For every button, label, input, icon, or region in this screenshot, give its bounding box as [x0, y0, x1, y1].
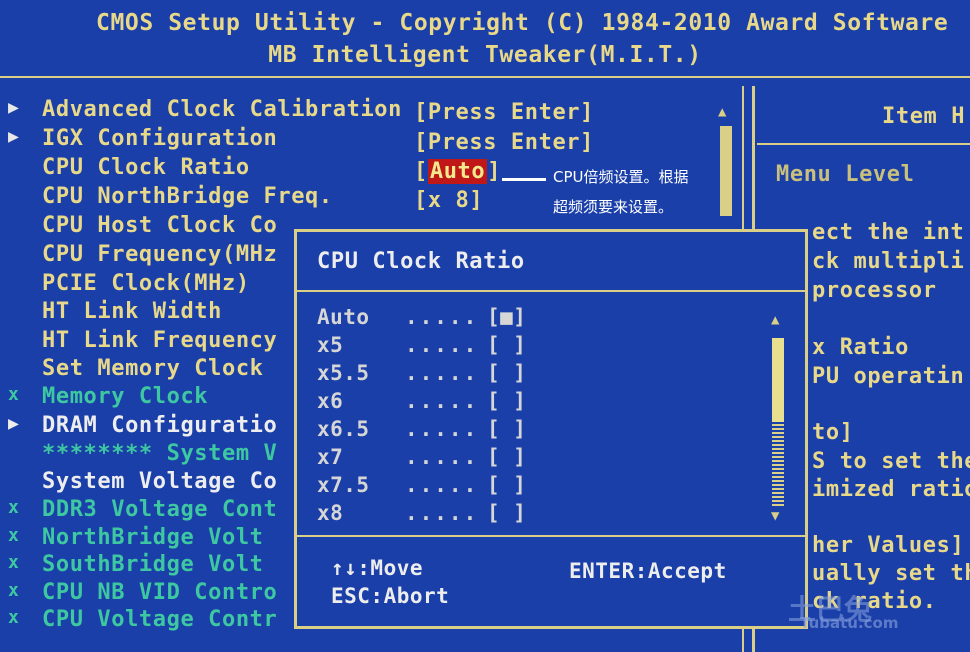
option-checkbox: [■]: [487, 305, 527, 329]
submenu-arrow-icon: ▶: [8, 126, 20, 147]
dialog-footer-divider: [297, 535, 805, 537]
ratio-option-x5[interactable]: x5.....[ ]: [317, 333, 526, 361]
option-checkbox: [ ]: [487, 333, 527, 357]
value-advanced-clock[interactable]: [Press Enter]: [414, 100, 594, 125]
ratio-option-auto[interactable]: Auto..... [■]: [317, 305, 526, 333]
annotation-pointer: [502, 178, 546, 181]
hint-abort: ESC:Abort: [331, 584, 450, 608]
option-checkbox: [ ]: [487, 473, 527, 497]
hint-move: ↑↓:Move: [331, 556, 424, 580]
selected-value: Auto: [427, 159, 488, 184]
annotation-note: CPU倍频设置。根据 超频须要来设置。: [553, 168, 689, 216]
disabled-x-icon: x: [8, 497, 20, 518]
value-northbridge-freq[interactable]: [x 8]: [414, 188, 483, 213]
menu-level-label: Menu Level: [776, 162, 915, 187]
value-igx[interactable]: [Press Enter]: [414, 130, 594, 155]
cpu-clock-ratio-dialog: CPU Clock Ratio Auto..... [■] x5.....[ ] …: [294, 229, 808, 629]
submenu-arrow-icon: ▶: [8, 97, 20, 118]
dialog-scrollbar[interactable]: ▲ ▼: [769, 312, 787, 526]
value-cpu-clock-ratio[interactable]: [Auto]: [414, 159, 501, 184]
option-checkbox: [ ]: [487, 445, 527, 469]
scrollbar-track[interactable]: [772, 424, 784, 506]
ratio-option-x8[interactable]: x8.....[ ]: [317, 501, 526, 529]
scroll-up-icon: ▲: [718, 104, 727, 120]
scroll-down-icon[interactable]: ▼: [771, 508, 779, 524]
option-checkbox: [ ]: [487, 361, 527, 385]
hint-accept: ENTER:Accept: [569, 559, 727, 583]
disabled-x-icon: x: [8, 607, 20, 628]
scrollbar-thumb[interactable]: [772, 338, 784, 422]
ratio-option-x6-5[interactable]: x6.5.....[ ]: [317, 417, 526, 445]
disabled-x-icon: x: [8, 384, 20, 405]
disabled-x-icon: x: [8, 552, 20, 573]
option-checkbox: [ ]: [487, 501, 527, 525]
help-divider: [757, 143, 970, 145]
option-checkbox: [ ]: [487, 417, 527, 441]
dialog-title-divider: [297, 290, 805, 292]
disabled-x-icon: x: [8, 580, 20, 601]
bios-header: CMOS Setup Utility - Copyright (C) 1984-…: [0, 0, 970, 74]
header-copyright: CMOS Setup Utility - Copyright (C) 1984-…: [96, 10, 949, 36]
disabled-x-icon: x: [8, 525, 20, 546]
dialog-title: CPU Clock Ratio: [317, 249, 525, 274]
help-title: Item H: [882, 104, 966, 129]
ratio-option-x7[interactable]: x7.....[ ]: [317, 445, 526, 473]
watermark-url: Tubatu.com: [800, 614, 899, 632]
submenu-arrow-icon: ▶: [8, 413, 20, 434]
scroll-up-icon[interactable]: ▲: [771, 312, 779, 328]
ratio-option-x6[interactable]: x6.....[ ]: [317, 389, 526, 417]
header-page-title: MB Intelligent Tweaker(M.I.T.): [268, 42, 702, 68]
ratio-option-x7-5[interactable]: x7.5.....[ ]: [317, 473, 526, 501]
ratio-option-x5-5[interactable]: x5.5.....[ ]: [317, 361, 526, 389]
header-divider: [0, 76, 970, 78]
option-checkbox: [ ]: [487, 389, 527, 413]
